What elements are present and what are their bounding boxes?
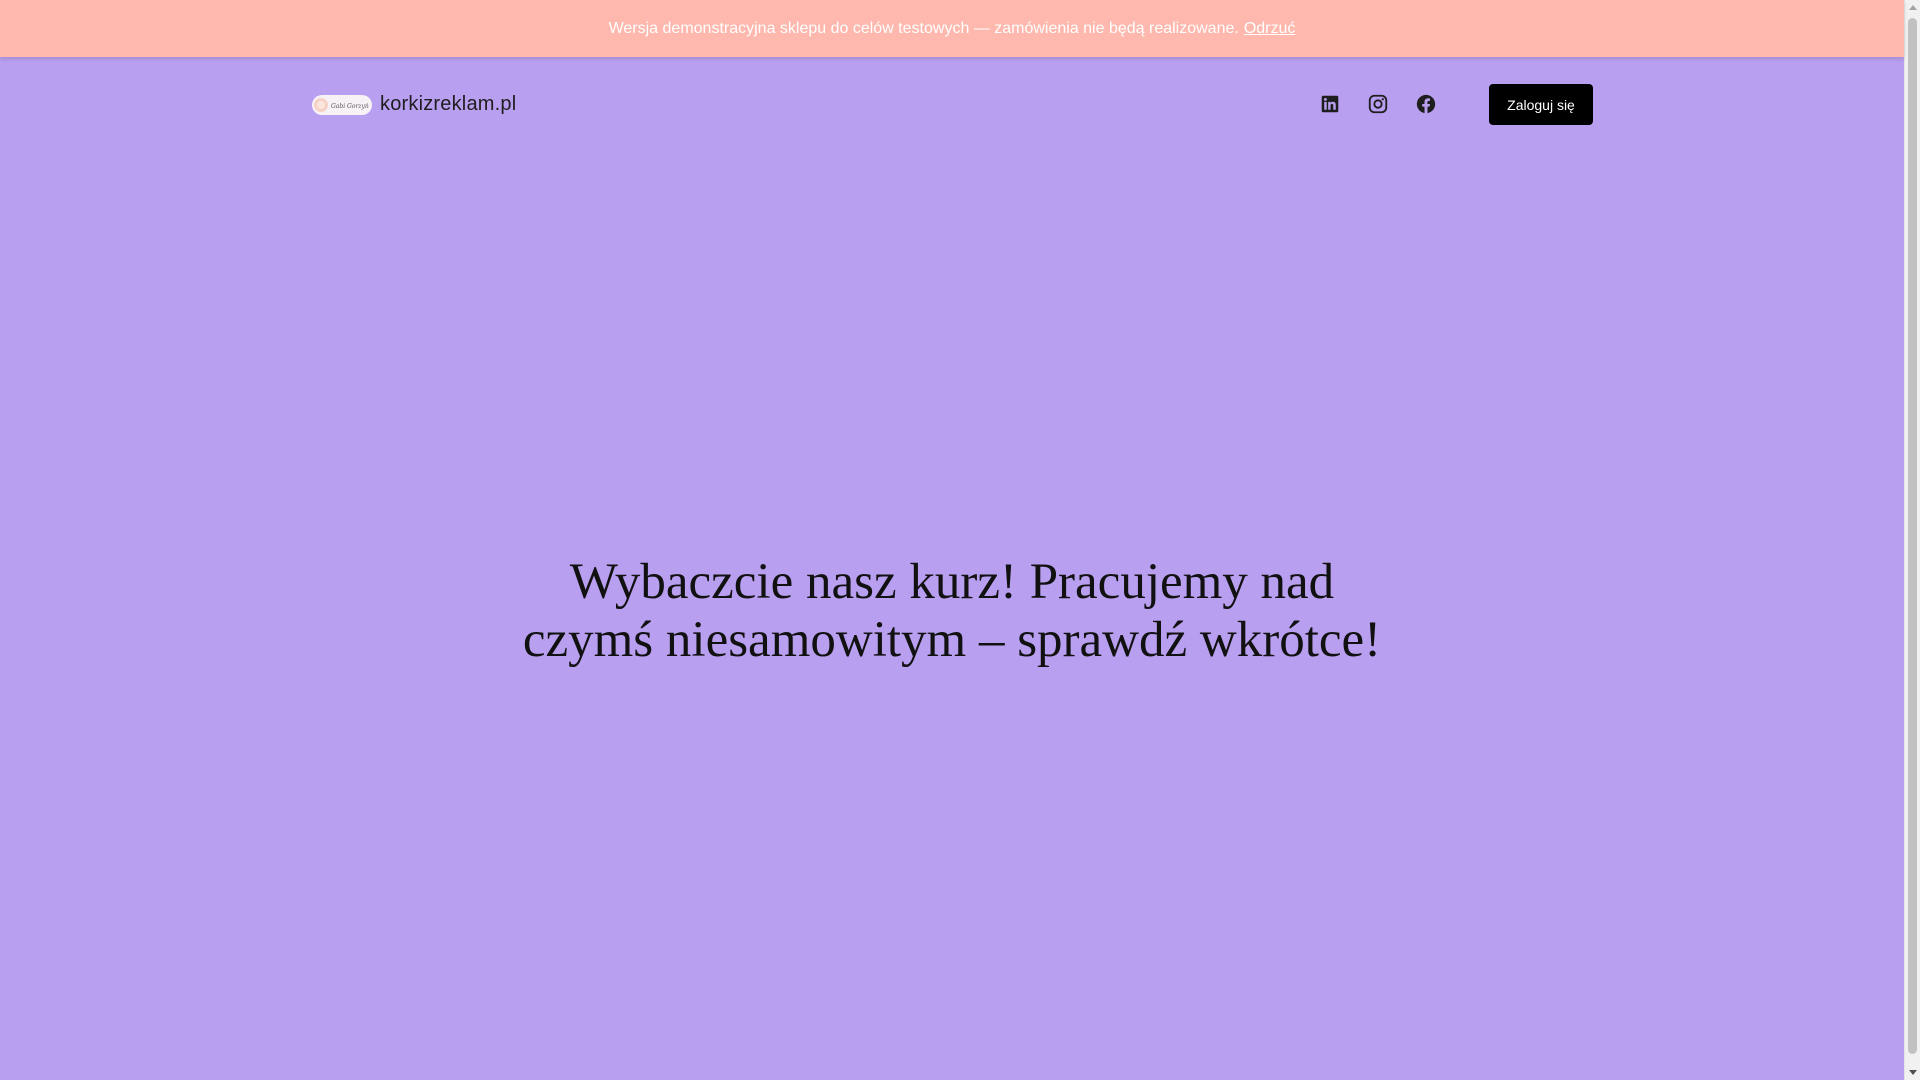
- dismiss-notice-link[interactable]: Odrzuć: [1244, 20, 1296, 38]
- logo-lettering: Gabi Gorzyń: [331, 103, 369, 110]
- hero-heading-line-1: Wybaczcie nasz kurz! Pracujemy nad: [569, 554, 1335, 610]
- site-header: Gabi Gorzyń korkizreklam.pl Zaloguj się: [312, 84, 1593, 125]
- demo-store-notice: Wersja demonstracyjna sklepu do celów te…: [0, 0, 1904, 57]
- facebook-icon: [1416, 94, 1436, 114]
- instagram-link[interactable]: [1366, 92, 1390, 116]
- vertical-scrollbar[interactable]: [1904, 0, 1920, 1080]
- scrollbar-thumb[interactable]: [1908, 18, 1917, 1054]
- store-notice-text: Wersja demonstracyjna sklepu do celów te…: [608, 19, 1239, 37]
- site-brand-link[interactable]: Gabi Gorzyń korkizreklam.pl: [312, 93, 516, 116]
- scroll-down-arrow-icon[interactable]: [1909, 1070, 1917, 1075]
- hero-heading: Wybaczcie nasz kurz! Pracujemy nad czymś…: [500, 553, 1404, 669]
- social-links: [1318, 92, 1438, 116]
- page: Wersja demonstracyjna sklepu do celów te…: [0, 0, 1904, 1080]
- site-title[interactable]: korkizreklam.pl: [380, 93, 516, 116]
- login-button[interactable]: Zaloguj się: [1489, 84, 1593, 125]
- linkedin-link[interactable]: [1318, 92, 1342, 116]
- linkedin-icon: [1321, 95, 1339, 113]
- scroll-up-arrow-icon[interactable]: [1909, 5, 1917, 10]
- site-logo[interactable]: Gabi Gorzyń: [312, 94, 372, 115]
- hero-section: Wybaczcie nasz kurz! Pracujemy nad czymś…: [500, 553, 1404, 669]
- facebook-link[interactable]: [1414, 92, 1438, 116]
- hero-heading-line-2: czymś niesamowitym – sprawdź wkrótce!: [522, 612, 1382, 668]
- instagram-icon: [1368, 94, 1388, 114]
